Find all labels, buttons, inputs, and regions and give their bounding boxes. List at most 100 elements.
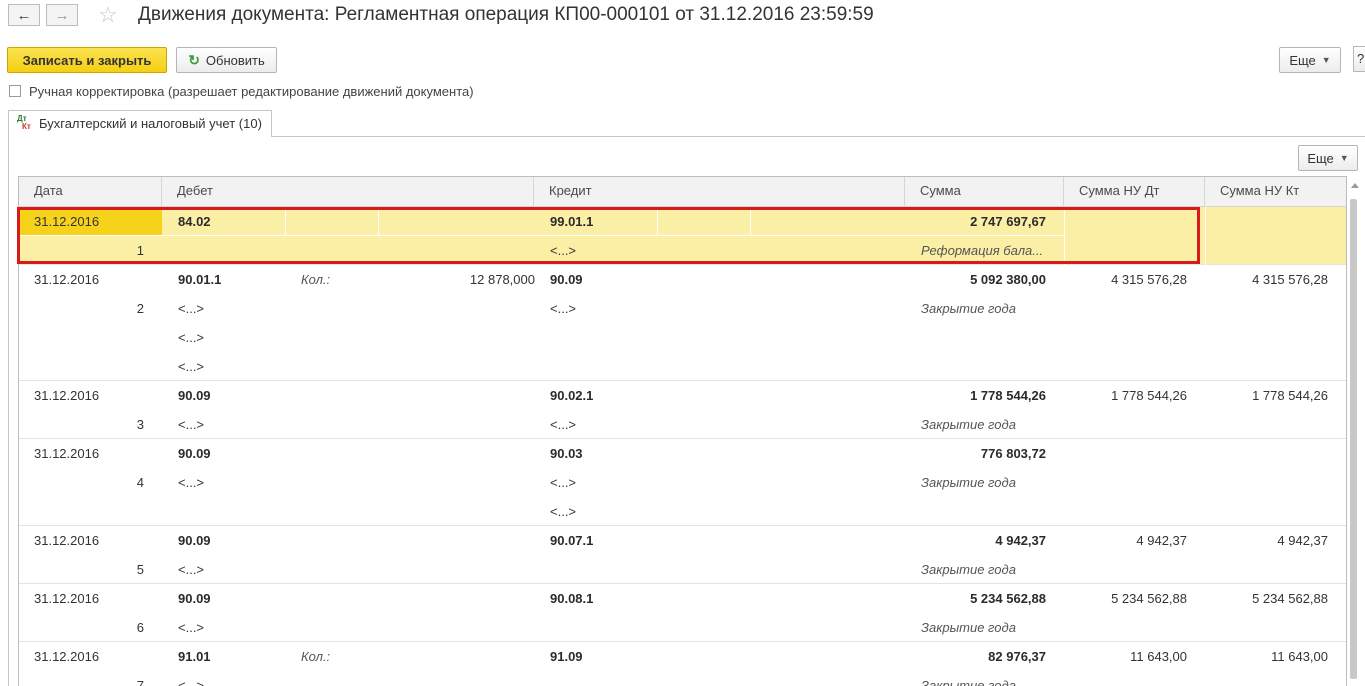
cell-debit: 84.02 xyxy=(178,214,211,229)
cell-divider xyxy=(19,235,1064,236)
cell-amount: 4 942,37 xyxy=(995,533,1046,548)
cell-date: 31.12.2016 xyxy=(34,272,100,287)
table-row[interactable]: 31.12.2016 1 84.02 99.01.1 <...> 2 747 697,67… xyxy=(19,207,1346,265)
cell-date: 31.12.2016 xyxy=(34,388,100,403)
cell-row-number: 3 xyxy=(136,417,144,432)
cell-divider xyxy=(1205,207,1206,265)
cell-amount: 2 747 697,67 xyxy=(970,214,1046,229)
column-header-nu-dt[interactable]: Сумма НУ Дт xyxy=(1064,177,1205,206)
cell-debit-subconto: <...> xyxy=(178,620,205,635)
refresh-label: Обновить xyxy=(205,52,265,68)
cell-row-number: 1 xyxy=(136,243,144,258)
more-menu-label: Еще xyxy=(1289,52,1316,68)
table-row[interactable]: 31.12.2016 5 90.09 <...> 90.07.1 4 942,37 Закр… xyxy=(19,526,1346,584)
cell-row-number: 5 xyxy=(136,562,144,577)
table-row[interactable]: 31.12.2016 3 90.09 <...> 90.02.1 <...> 1 778 5… xyxy=(19,381,1346,439)
dt-kt-icon: Дт Кт xyxy=(17,115,35,133)
table-more-menu-button[interactable]: Еще ▼ xyxy=(1298,145,1358,171)
help-label: ? xyxy=(1357,51,1365,66)
forward-button[interactable]: → xyxy=(46,4,78,26)
save-and-close-label: Записать и закрыть xyxy=(22,52,152,68)
cell-nu-dt: 11 643,00 xyxy=(1130,649,1187,664)
cell-nu-dt: 5 234 562,88 xyxy=(1111,591,1187,606)
cell-comment: Закрытие года xyxy=(921,620,1016,635)
cell-amount: 82 976,37 xyxy=(988,649,1046,664)
cell-credit-subconto: <...> xyxy=(550,301,577,316)
cell-debit: 90.09 xyxy=(178,388,211,403)
cell-date: 31.12.2016 xyxy=(34,649,100,664)
help-button[interactable]: ? xyxy=(1353,46,1365,72)
cell-credit: 99.01.1 xyxy=(550,214,594,229)
cell-date: 31.12.2016 xyxy=(34,591,100,606)
cell-debit-qty-label: Кол.: xyxy=(301,649,331,664)
cell-row-number: 4 xyxy=(136,475,144,490)
table-more-menu-label: Еще xyxy=(1307,150,1334,166)
arrow-right-icon: → xyxy=(54,6,70,24)
table-row[interactable]: 31.12.2016 7 91.01 <...> Кол.: 91.09 82 976,37… xyxy=(19,642,1346,686)
favorite-star-icon[interactable]: ☆ xyxy=(98,2,118,28)
cell-nu-kt: 4 315 576,28 xyxy=(1252,272,1328,287)
cell-credit: 91.09 xyxy=(550,649,583,664)
cell-nu-dt: 4 942,37 xyxy=(1136,533,1187,548)
table-row[interactable]: 31.12.2016 6 90.09 <...> 90.08.1 5 234 562,88… xyxy=(19,584,1346,642)
cell-divider xyxy=(285,207,286,235)
column-header-date[interactable]: Дата xyxy=(19,177,162,206)
tab-accounting-label: Бухгалтерский и налоговый учет (10) xyxy=(39,116,262,131)
cell-comment: Закрытие года xyxy=(921,475,1016,490)
cell-comment: Закрытие года xyxy=(921,301,1016,316)
kt-mark: Кт xyxy=(22,122,31,131)
refresh-icon: ↻ xyxy=(188,51,200,68)
cell-credit: 90.08.1 xyxy=(550,591,594,606)
table-header: Дата Дебет Кредит Сумма Сумма НУ Дт Сумм… xyxy=(19,177,1346,207)
cell-nu-kt: 11 643,00 xyxy=(1271,649,1328,664)
cell-debit: 90.09 xyxy=(178,591,211,606)
cell-credit-subconto: <...> xyxy=(550,243,577,258)
cell-divider xyxy=(378,207,379,235)
chevron-down-icon: ▼ xyxy=(1321,55,1331,65)
cell-credit: 90.03 xyxy=(550,446,583,461)
tab-accounting[interactable]: Дт Кт Бухгалтерский и налоговый учет (10… xyxy=(8,110,272,137)
more-menu-button[interactable]: Еще ▼ xyxy=(1279,47,1341,73)
cell-nu-dt: 4 315 576,28 xyxy=(1111,272,1187,287)
cell-comment: Закрытие года xyxy=(921,678,1016,686)
save-and-close-button[interactable]: Записать и закрыть xyxy=(7,47,167,73)
column-header-credit[interactable]: Кредит xyxy=(534,177,905,206)
column-header-amount[interactable]: Сумма xyxy=(905,177,1064,206)
table-row[interactable]: 31.12.2016 4 90.09 <...> 90.03 <...> <...> 776 … xyxy=(19,439,1346,526)
cell-debit-subconto: <...> xyxy=(178,301,205,316)
cell-date: 31.12.2016 xyxy=(34,446,100,461)
cell-debit: 90.09 xyxy=(178,446,211,461)
cell-divider xyxy=(657,207,658,235)
cell-debit-subconto: <...> xyxy=(178,417,205,432)
cell-credit: 90.02.1 xyxy=(550,388,594,403)
movements-table[interactable]: Дата Дебет Кредит Сумма Сумма НУ Дт Сумм… xyxy=(18,176,1347,686)
tab-frame-left xyxy=(8,136,9,686)
table-row[interactable]: 31.12.2016 2 90.01.1 <...> <...> <...> Кол.: 12… xyxy=(19,265,1346,381)
cell-row-number: 6 xyxy=(136,620,144,635)
cell-divider xyxy=(1064,207,1065,265)
cell-row-number: 7 xyxy=(136,678,144,686)
cell-debit-subconto: <...> xyxy=(178,562,205,577)
refresh-button[interactable]: ↻ Обновить xyxy=(176,47,277,73)
cell-debit-subconto: <...> xyxy=(178,330,205,345)
column-header-nu-kt[interactable]: Сумма НУ Кт xyxy=(1205,177,1346,206)
cell-comment: Реформация бала... xyxy=(921,243,1044,258)
manual-correction-checkbox[interactable] xyxy=(9,85,21,97)
column-header-debit[interactable]: Дебет xyxy=(162,177,534,206)
cell-amount: 5 234 562,88 xyxy=(970,591,1046,606)
scrollbar-thumb[interactable] xyxy=(1350,199,1357,679)
cell-debit-qty-label: Кол.: xyxy=(301,272,331,287)
cell-nu-kt: 1 778 544,26 xyxy=(1252,388,1328,403)
cell-divider xyxy=(750,207,751,235)
cell-nu-kt: 5 234 562,88 xyxy=(1252,591,1328,606)
cell-credit-subconto: <...> xyxy=(550,417,577,432)
scroll-up-icon[interactable] xyxy=(1351,183,1359,188)
cell-amount: 1 778 544,26 xyxy=(970,388,1046,403)
cell-debit-qty: 12 878,000 xyxy=(469,272,535,287)
cell-comment: Закрытие года xyxy=(921,562,1016,577)
cell-nu-kt: 4 942,37 xyxy=(1277,533,1328,548)
back-button[interactable]: ← xyxy=(8,4,40,26)
cell-amount: 776 803,72 xyxy=(980,446,1046,461)
cell-amount: 5 092 380,00 xyxy=(970,272,1046,287)
arrow-left-icon: ← xyxy=(16,6,32,24)
